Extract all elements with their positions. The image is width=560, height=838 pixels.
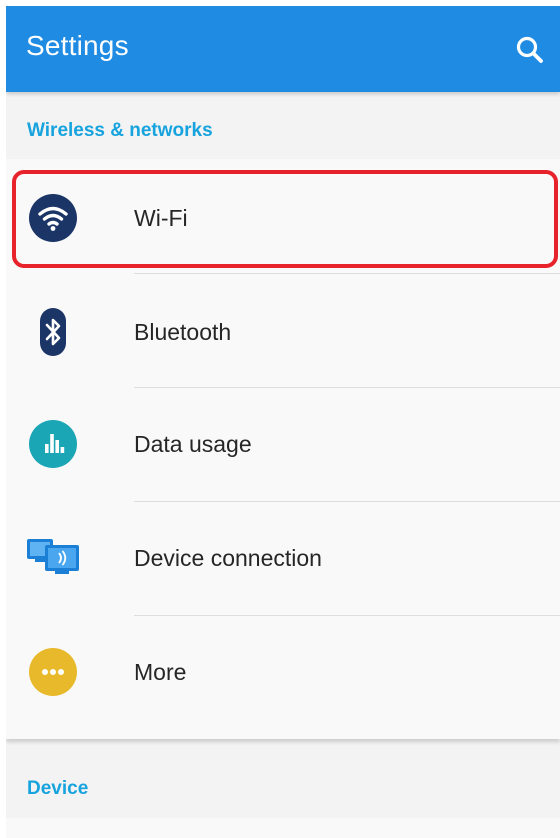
divider [134,273,560,274]
setting-item-device-connection[interactable]: Device connection [6,501,560,615]
divider [134,615,560,616]
search-button[interactable] [512,32,548,68]
section-header-wireless-networks: Wireless & networks [27,120,213,141]
setting-item-label: Device connection [134,545,322,571]
page-title: Settings [26,30,129,61]
bluetooth-icon [40,308,66,356]
search-icon [516,36,543,63]
data-usage-icon [29,420,77,468]
setting-item-more[interactable]: More [6,615,560,729]
device-connection-icon [27,539,79,574]
setting-item-data-usage[interactable]: Data usage [6,387,560,501]
setting-item-label: Bluetooth [134,319,232,345]
setting-item-label: More [134,659,187,685]
more-icon [29,648,77,696]
section-header-device: Device [27,778,89,799]
setting-item-label: Data usage [134,431,252,457]
divider [134,387,560,388]
setting-item-bluetooth[interactable]: Bluetooth [6,273,560,387]
device-list [6,818,560,838]
app-bar: Settings [6,6,560,92]
settings-screen: Settings Wireless & networks Wi-Fi Bluet… [6,6,560,838]
divider [134,501,560,502]
wifi-highlight-box [12,170,558,268]
